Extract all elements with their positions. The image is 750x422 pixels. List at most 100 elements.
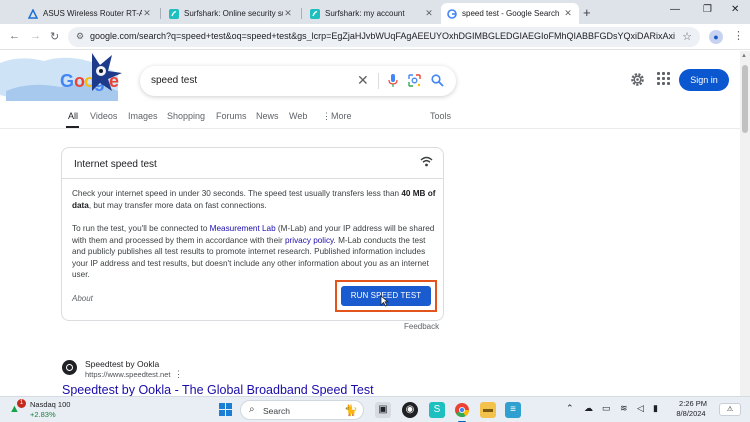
bookmark-star-icon[interactable]: ☆	[682, 30, 692, 43]
obs-app-icon[interactable]: ◉	[402, 402, 418, 418]
feedback-link[interactable]: Feedback	[404, 322, 439, 331]
result-url[interactable]: https://www.speedtest.net	[85, 370, 170, 379]
search-query[interactable]: speed test	[151, 75, 197, 86]
tab-surfshark-account[interactable]: Surfshark: my account ✕	[304, 3, 440, 24]
tab-web[interactable]: Web	[289, 111, 307, 121]
scrollbar-thumb[interactable]	[742, 65, 748, 133]
about-link[interactable]: About	[72, 294, 93, 303]
tab-surfshark-suite[interactable]: Surfshark: Online security suite ✕	[163, 3, 299, 24]
new-tab-button[interactable]: +	[583, 5, 591, 20]
card-title: Internet speed test	[74, 159, 157, 170]
privacy-policy-link[interactable]: privacy policy	[285, 236, 334, 245]
chrome-app-icon[interactable]	[454, 402, 470, 422]
google-icon	[447, 8, 457, 19]
taskbar-search-label: Search	[263, 406, 290, 416]
tab-separator	[160, 8, 161, 19]
browser-toolbar: ← → ↻ ⚙ google.com/search?q=speed+test&o…	[0, 24, 750, 50]
speed-test-card: Internet speed test Check your internet …	[61, 147, 444, 321]
measurement-lab-link[interactable]: Measurement Lab	[210, 224, 276, 233]
result-options-icon[interactable]: ⋮	[174, 369, 183, 380]
asus-icon	[28, 8, 38, 19]
notepad-app-icon[interactable]: ≡	[505, 402, 521, 418]
clock-date[interactable]: 8/8/2024	[671, 409, 711, 418]
cloud-sync-icon[interactable]: ☁	[584, 403, 593, 414]
close-icon[interactable]: ✕	[563, 8, 573, 19]
address-bar[interactable]: ⚙ google.com/search?q=speed+test&oq=spee…	[68, 27, 700, 47]
reload-icon[interactable]: ↻	[50, 30, 59, 43]
taskbar-search-box[interactable]: ⌕ Search 🐈	[240, 400, 364, 420]
google-lens-icon[interactable]	[408, 74, 421, 87]
windows-taskbar: ▲ 1 Nasdaq 100 +2.83% ⌕ Search 🐈 ▣ ◉ S ▬…	[0, 396, 750, 422]
tab-tools[interactable]: Tools	[430, 111, 451, 121]
scroll-up-icon[interactable]: ▲	[741, 53, 747, 59]
clear-icon[interactable]: ✕	[357, 72, 369, 89]
tab-images[interactable]: Images	[128, 111, 158, 121]
tab-all[interactable]: All	[68, 111, 78, 121]
forward-arrow-icon[interactable]: →	[30, 30, 41, 42]
more-vertical-icon: ⋮	[322, 111, 331, 121]
google-doodle-logo[interactable]: G o o g l e	[0, 51, 140, 107]
tab-shopping[interactable]: Shopping	[167, 111, 205, 121]
battery-icon[interactable]: ▮	[653, 403, 658, 414]
search-highlight-icon: 🐈	[344, 405, 358, 417]
clock-time[interactable]: 2:26 PM	[676, 399, 710, 408]
search-icon: ⌕	[249, 404, 255, 415]
tab-more[interactable]: More	[331, 111, 352, 121]
stock-name: Nasdaq 100	[30, 400, 71, 409]
result-title-link[interactable]: Speedtest by Ookla - The Global Broadban…	[62, 383, 374, 397]
task-view-icon[interactable]: ▣	[375, 402, 391, 418]
browser-menu-icon[interactable]: ⋮	[733, 29, 744, 42]
tab-google-search[interactable]: speed test - Google Search ✕	[441, 3, 579, 24]
tab-forums[interactable]: Forums	[216, 111, 247, 121]
close-icon[interactable]: ✕	[283, 8, 293, 19]
notification-center-icon[interactable]: ⚠	[719, 403, 741, 416]
google-apps-icon[interactable]	[657, 72, 671, 86]
stock-change: +2.83%	[30, 410, 56, 419]
google-header: G o o g l e speed test ✕	[0, 51, 740, 129]
mouse-cursor-icon	[380, 295, 389, 307]
search-icon[interactable]	[431, 74, 444, 87]
close-icon[interactable]: ✕	[424, 8, 434, 19]
search-divider	[378, 73, 379, 89]
speed-test-description: Check your internet speed in under 30 se…	[72, 189, 436, 210]
network-icon[interactable]: ▭	[602, 403, 611, 414]
settings-gear-icon[interactable]	[630, 72, 645, 87]
tab-separator	[301, 8, 302, 19]
search-box[interactable]: speed test ✕	[140, 66, 456, 96]
notification-badge: 1	[17, 399, 26, 408]
site-info-icon[interactable]: ⚙	[76, 31, 84, 42]
page-scrollbar[interactable]: ▲	[740, 51, 750, 396]
card-divider	[62, 178, 443, 179]
surfshark-app-icon[interactable]: S	[429, 402, 445, 418]
window-close-icon[interactable]: ✕	[731, 4, 739, 15]
tab-asus-router[interactable]: ASUS Wireless Router RT-AX86 ✕	[22, 3, 158, 24]
surfshark-icon	[310, 8, 320, 19]
surfshark-icon	[169, 8, 179, 19]
result-site-name[interactable]: Speedtest by Ookla	[85, 359, 159, 369]
microphone-icon[interactable]	[388, 74, 398, 88]
tab-title: speed test - Google Search	[462, 9, 560, 18]
run-button-highlight: RUN SPEED TEST	[335, 280, 437, 312]
windows-start-icon[interactable]	[219, 403, 233, 417]
wifi-tray-icon[interactable]: ≋	[620, 403, 628, 414]
address-url[interactable]: google.com/search?q=speed+test&oq=speed+…	[90, 31, 675, 41]
ookla-favicon-icon	[62, 360, 77, 375]
close-icon[interactable]: ✕	[142, 8, 152, 19]
file-explorer-icon[interactable]: ▬	[480, 402, 496, 418]
active-tab-indicator	[66, 126, 79, 128]
tab-title: Surfshark: Online security suite	[184, 9, 283, 18]
wifi-icon	[420, 156, 433, 167]
back-arrow-icon[interactable]: ←	[9, 30, 20, 42]
tray-overflow-icon[interactable]: ⌃	[566, 403, 574, 414]
volume-icon[interactable]: ◁	[637, 403, 644, 414]
tab-title: ASUS Wireless Router RT-AX86	[43, 9, 142, 18]
tab-title: Surfshark: my account	[325, 9, 405, 18]
tab-videos[interactable]: Videos	[90, 111, 117, 121]
browser-tab-strip: ASUS Wireless Router RT-AX86 ✕ Surfshark…	[0, 0, 750, 24]
restore-icon[interactable]: ❐	[703, 4, 712, 15]
tab-news[interactable]: News	[256, 111, 279, 121]
google-logo-text: G	[60, 71, 74, 91]
minimize-icon[interactable]: —	[670, 4, 680, 15]
sign-in-button[interactable]: Sign in	[679, 69, 729, 91]
profile-avatar-icon[interactable]: ●	[709, 30, 723, 44]
